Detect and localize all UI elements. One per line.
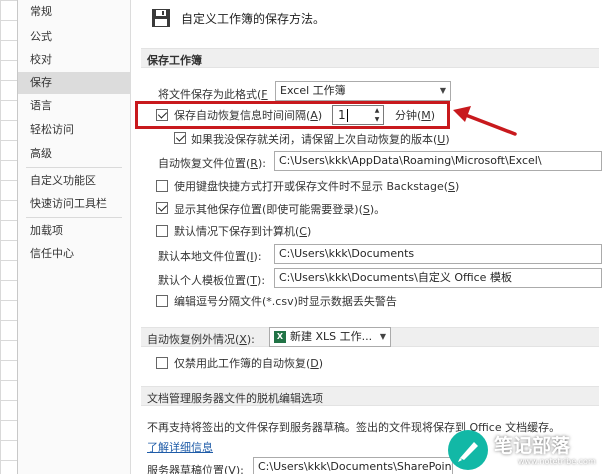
nav-item-proofing[interactable]: 校对 xyxy=(18,49,130,71)
section-header-offline-editing: 文档管理服务器文件的脱机编辑选项 xyxy=(141,386,599,406)
red-arrow-annotation-icon xyxy=(453,106,517,136)
page-description: 自定义工作簿的保存方法。 xyxy=(181,12,326,26)
section-header-save-workbooks: 保存工作簿 xyxy=(141,48,599,68)
red-highlight-box xyxy=(135,101,450,129)
save-floppy-icon xyxy=(152,9,170,27)
local-location-label: 默认本地文件位置(I): xyxy=(158,250,262,263)
keep-last-version-label: 如果我没保存就关闭，请保留上次自动恢复的版本(U) xyxy=(191,133,450,146)
no-backstage-label: 使用键盘快捷方式打开或保存文件时不显示 Backstage(S) xyxy=(174,180,460,193)
options-nav: 常规 公式 校对 保存 语言 轻松访问 高级 自定义功能区 快速访问工具栏 加载… xyxy=(18,0,131,474)
local-location-field[interactable]: C:\Users\kkk\Documents xyxy=(274,244,602,264)
learn-more-link[interactable]: 了解详细信息 xyxy=(147,439,213,455)
nav-item-trust-center[interactable]: 信任中心 xyxy=(18,243,130,265)
nav-item-general[interactable]: 常规 xyxy=(18,1,130,23)
autorecover-location-field[interactable]: C:\Users\kkk\AppData\Roaming\Microsoft\E… xyxy=(274,151,602,171)
show-other-locations-checkbox[interactable] xyxy=(156,202,168,214)
nav-item-language[interactable]: 语言 xyxy=(18,95,130,117)
template-location-field[interactable]: C:\Users\kkk\Documents\自定义 Office 模板 xyxy=(274,268,602,288)
site-watermark: 笔记部落 www.notetribe.com xyxy=(448,428,603,474)
nav-item-formulas[interactable]: 公式 xyxy=(18,26,130,48)
excel-workbook-icon: X xyxy=(274,331,286,343)
nav-item-customize-ribbon[interactable]: 自定义功能区 xyxy=(18,170,130,192)
save-format-dropdown[interactable]: Excel 工作簿 ▼ xyxy=(275,81,451,101)
server-drafts-label: 服务器草稿位置(V): xyxy=(147,464,244,474)
nav-divider xyxy=(26,217,122,218)
csv-warning-label: 编辑逗号分隔文件(*.csv)时显示数据丢失警告 xyxy=(174,295,397,308)
worksheet-grid-background xyxy=(0,0,18,474)
save-to-computer-label: 默认情况下保存到计算机(C) xyxy=(174,225,312,238)
section-title: 自动恢复例外情况(X): xyxy=(147,333,255,346)
watermark-text: 笔记部落 xyxy=(494,435,571,457)
chevron-down-icon: ▼ xyxy=(379,332,386,341)
watermark-logo-icon xyxy=(448,430,488,470)
no-backstage-checkbox[interactable] xyxy=(156,180,168,192)
autorecover-location-label: 自动恢复文件位置(R): xyxy=(158,157,266,170)
nav-divider xyxy=(26,167,122,168)
save-to-computer-checkbox[interactable] xyxy=(156,225,168,237)
csv-warning-checkbox[interactable] xyxy=(156,295,168,307)
keep-last-version-checkbox[interactable] xyxy=(174,132,186,144)
nav-item-advanced[interactable]: 高级 xyxy=(18,143,130,165)
save-format-label: 将文件保存为此格式(F xyxy=(158,88,268,101)
disable-autorecover-checkbox[interactable] xyxy=(156,357,168,369)
nav-item-accessibility[interactable]: 轻松访问 xyxy=(18,119,130,141)
nav-item-save[interactable]: 保存 xyxy=(18,72,130,94)
nav-item-quick-access-toolbar[interactable]: 快速访问工具栏 xyxy=(18,193,130,215)
disable-autorecover-label: 仅禁用此工作簿的自动恢复(D) xyxy=(174,357,324,370)
section-title: 保存工作簿 xyxy=(147,54,202,67)
section-title: 文档管理服务器文件的脱机编辑选项 xyxy=(147,392,323,405)
template-location-label: 默认个人模板位置(T): xyxy=(158,274,266,287)
server-drafts-field[interactable]: C:\Users\kkk\Documents\SharePoint xyxy=(253,457,453,474)
nav-item-add-ins[interactable]: 加载项 xyxy=(18,220,130,242)
watermark-url: www.notetribe.com xyxy=(518,457,596,466)
exception-workbook-dropdown[interactable]: X 新建 XLS 工作... ▼ xyxy=(269,327,391,347)
show-other-locations-label: 显示其他保存位置(即使可能需要登录)(S)。 xyxy=(174,203,386,216)
chevron-down-icon: ▼ xyxy=(439,86,446,95)
save-options-panel: 自定义工作簿的保存方法。 保存工作簿 将文件保存为此格式(F Excel 工作簿… xyxy=(131,0,603,474)
